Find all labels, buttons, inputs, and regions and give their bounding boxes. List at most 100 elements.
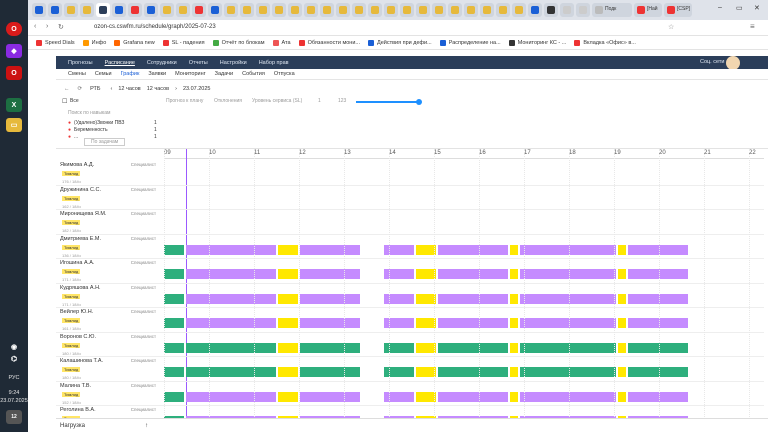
bookmark-item[interactable]: Вкладка «Офис» в...	[574, 39, 636, 46]
close-icon[interactable]: ✕	[754, 4, 760, 12]
bookmark-item[interactable]: Обязанности мони...	[298, 39, 360, 46]
tab-favicon[interactable]	[576, 3, 590, 17]
bookmark-item[interactable]: Grafana new	[114, 39, 155, 46]
shift-block[interactable]	[300, 367, 360, 377]
shift-block[interactable]	[438, 269, 508, 279]
hours-select-b[interactable]: 12 часов	[147, 86, 169, 92]
employee-row[interactable]: Малина Т.В. Специалист Тимлид 152 / 184ч	[56, 382, 764, 406]
tab-favicon[interactable]	[480, 3, 494, 17]
employee-row[interactable]: Дружинина С.С. Специалист Тимлид 162 / 184ч	[56, 186, 764, 210]
shift-block[interactable]	[628, 342, 688, 353]
tab-favicon[interactable]	[272, 3, 286, 17]
tab-favicon[interactable]	[544, 3, 558, 17]
shift-block[interactable]	[416, 293, 436, 304]
back-icon[interactable]: ‹	[34, 23, 36, 30]
menu-tab[interactable]: Семьи	[95, 71, 112, 77]
employee-name[interactable]: Игошина А.А.	[60, 260, 94, 266]
user-label[interactable]: Соц. сети	[700, 59, 724, 65]
bookmark-item[interactable]: Ата	[272, 39, 291, 46]
avatar[interactable]	[726, 56, 740, 70]
shift-block[interactable]	[278, 269, 298, 279]
sl-slider[interactable]	[356, 101, 420, 103]
employee-name[interactable]: Дмитриева Е.М.	[60, 236, 101, 242]
reload-icon[interactable]: ↻	[58, 23, 64, 31]
tab-favicon[interactable]	[320, 3, 334, 17]
bookmark-item[interactable]: Распределение на...	[439, 39, 501, 46]
shift-block[interactable]	[520, 293, 616, 304]
all-checkbox[interactable]: ☐	[62, 98, 67, 105]
tab-favicon[interactable]	[528, 3, 542, 17]
shift-block[interactable]	[186, 244, 276, 255]
shift-block[interactable]	[618, 367, 626, 377]
shift-block[interactable]	[520, 244, 616, 255]
shift-block[interactable]	[278, 244, 298, 255]
employee-row[interactable]: Игошина А.А. Специалист Тимлид 171 / 184ч	[56, 259, 764, 284]
back-arrow-icon[interactable]: ←	[64, 86, 70, 92]
shift-block[interactable]	[510, 391, 518, 402]
tab-favicon[interactable]	[384, 3, 398, 17]
nav-item[interactable]: Прогнозы	[68, 60, 93, 66]
tab-active[interactable]	[96, 3, 110, 17]
tab-favicon[interactable]	[448, 3, 462, 17]
shift-block[interactable]	[618, 318, 626, 328]
tab-favicon[interactable]	[512, 3, 526, 17]
tab-favicon[interactable]	[224, 3, 238, 17]
tab-favicon[interactable]	[32, 3, 46, 17]
shift-block[interactable]	[164, 269, 184, 279]
shift-block[interactable]	[186, 293, 276, 304]
tab-favicon[interactable]	[400, 3, 414, 17]
shift-block[interactable]	[438, 342, 508, 353]
forecast-toggle[interactable]: Прогноз к плану	[166, 98, 203, 104]
shift-block[interactable]	[300, 269, 360, 279]
shift-block[interactable]	[186, 318, 276, 328]
service-toggle[interactable]: Уровень сервиса (SL)	[252, 98, 302, 104]
shift-block[interactable]	[300, 391, 360, 402]
shift-block[interactable]	[510, 293, 518, 304]
task-search-input[interactable]: По задачам	[84, 138, 126, 146]
employee-row[interactable]: Дмитриева Е.М. Специалист Тимлид 136 / 184ч	[56, 235, 764, 259]
tab-favicon[interactable]	[432, 3, 446, 17]
maximize-icon[interactable]: ▭	[736, 4, 743, 12]
shift-block[interactable]	[520, 269, 616, 279]
deviations-toggle[interactable]: Отклонения	[214, 98, 242, 104]
opera-icon[interactable]: O	[6, 66, 22, 80]
shift-block[interactable]	[164, 318, 184, 328]
clock-time[interactable]: 9:24	[0, 390, 28, 396]
date-input[interactable]: 23.07.2025	[183, 86, 211, 92]
tab-favicon[interactable]	[144, 3, 158, 17]
tab-favicon[interactable]: [Най	[634, 3, 662, 17]
shift-block[interactable]	[300, 342, 360, 353]
bookmark-item[interactable]: Действия при дефи...	[367, 39, 432, 46]
tab-favicon[interactable]	[352, 3, 366, 17]
employee-name[interactable]: Якимова А.Д.	[60, 162, 94, 168]
shift-block[interactable]	[164, 293, 184, 304]
shift-block[interactable]	[416, 367, 436, 377]
bookmark-item[interactable]: Мониторинг КС - ...	[508, 39, 566, 46]
shift-block[interactable]	[300, 293, 360, 304]
shift-block[interactable]	[618, 342, 626, 353]
excel-icon[interactable]: X	[6, 98, 22, 112]
shift-block[interactable]	[520, 342, 616, 353]
shift-block[interactable]	[628, 269, 688, 279]
shift-block[interactable]	[628, 367, 688, 377]
shift-block[interactable]	[416, 244, 436, 255]
bookmark-item[interactable]: SL - падения	[162, 39, 205, 46]
bookmark-item[interactable]: Speed Dials	[36, 39, 75, 46]
opt1-checkbox[interactable]: 1	[318, 98, 321, 104]
opt2-checkbox[interactable]: 123	[338, 98, 346, 104]
forward-icon[interactable]: ›	[46, 23, 48, 30]
folder-icon[interactable]: ▭	[6, 118, 22, 132]
nav-item[interactable]: Сотрудники	[147, 60, 177, 66]
network-icon[interactable]: ⌬	[6, 352, 22, 366]
employee-name[interactable]: Вейлер Ю.Н.	[60, 309, 93, 315]
shift-block[interactable]	[618, 293, 626, 304]
tab-favicon[interactable]	[128, 3, 142, 17]
employee-name[interactable]: Дружинина С.С.	[60, 187, 101, 193]
shift-block[interactable]	[510, 244, 518, 255]
shift-block[interactable]	[416, 318, 436, 328]
shift-block[interactable]	[186, 269, 276, 279]
shift-block[interactable]	[618, 391, 626, 402]
tab-favicon[interactable]	[80, 3, 94, 17]
bookmark-item[interactable]: Отчёт по блокам	[212, 39, 265, 46]
shift-block[interactable]	[618, 269, 626, 279]
